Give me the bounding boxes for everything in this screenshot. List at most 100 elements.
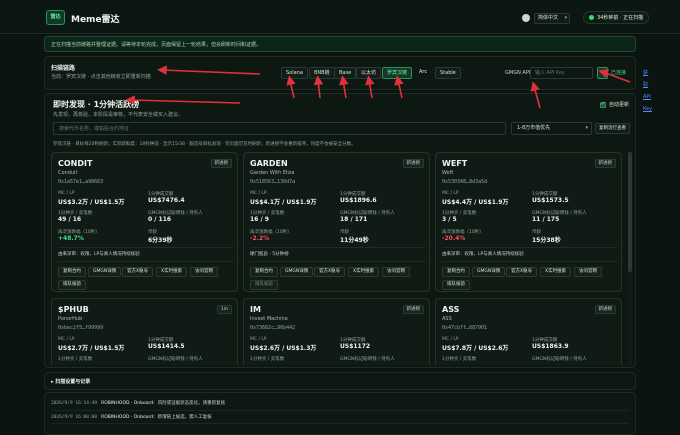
volume-value: US$1414.5: [148, 343, 185, 350]
holders-label: GMGN标记聪明钱 / 持有人: [148, 357, 203, 362]
discovery-subtitle: 先发现，再核验，本阶段是审核，不代表安全或买入建议。: [53, 112, 184, 118]
holders-value: 18 / 171: [340, 216, 368, 223]
token-fullname: PonorHub: [58, 316, 83, 322]
tx-value: 49 / 16: [58, 216, 82, 223]
gmgn-api-key-input[interactable]: [530, 67, 593, 79]
volume-value: US$1172: [340, 343, 371, 350]
volume-value: US$1863.9: [532, 343, 569, 350]
log-source: ROBINHOOD · Onboard:: [101, 415, 155, 420]
volume-value: US$1896.6: [340, 197, 377, 204]
log-source: ROBINHOOD · Onboard:: [101, 401, 155, 406]
new-entry-badge: 新进榜: [210, 159, 232, 168]
card-note: 硬门槛良 · 5分钟榜: [250, 252, 289, 257]
token-fullname: Garden With Eliza: [250, 170, 295, 176]
queue-verify-button[interactable]: 排队核验: [442, 280, 470, 290]
get-api-key-link[interactable]: 获取 API Key: [643, 67, 652, 115]
x-search-button[interactable]: X实时搜索: [540, 267, 572, 277]
chain-button-arc[interactable]: Arc: [415, 67, 431, 79]
token-address: 0x47cb7f…687901: [442, 325, 488, 331]
log-entry: 2026/9/9 16:14:49 ROBINHOOD · Onboard: 风险或…: [51, 400, 225, 406]
chain-button-ethereum[interactable]: 以太坊: [356, 67, 382, 79]
copy-contract-button[interactable]: 复制合约: [250, 267, 278, 277]
mc-lp-value: US$7.8万 / US$2.6万: [442, 345, 509, 352]
queue-verify-button[interactable]: 排队核验: [250, 280, 278, 290]
mc-lp-label: MC / LP: [442, 191, 459, 196]
x-search-button[interactable]: X实时搜索: [156, 267, 188, 277]
status-dot-icon: [589, 15, 594, 20]
tx-value: 3 / 5: [442, 216, 457, 223]
copy-contract-button[interactable]: 复制合约: [442, 267, 470, 277]
token-search-input[interactable]: [53, 122, 506, 135]
discovery-title: 即时发现 · 1分钟活跃榜: [53, 100, 140, 109]
tx-value: 16 / 9: [250, 216, 269, 223]
token-address: 0x518563…130d7a: [250, 179, 296, 185]
log-divider: [51, 423, 629, 424]
volume-value: US$1573.5: [532, 197, 569, 204]
visit-website-button[interactable]: 访问官网: [574, 267, 602, 277]
chain-button-stable[interactable]: Stable: [435, 67, 461, 79]
copy-contract-button[interactable]: 复制合约: [58, 267, 86, 277]
chain-button-robinhood[interactable]: 罗宾汉链: [382, 67, 413, 79]
token-fullname: Weft: [442, 170, 454, 176]
token-card: IM 新进榜 Invest Machine 0x73682c…96b442 MC…: [243, 298, 430, 365]
scan-panel-title: 扫描链路: [51, 65, 76, 72]
token-card: WEFT 新进榜 Weft 0x530348…8d3a5d MC / LP US…: [435, 152, 622, 292]
chain-button-bnb[interactable]: BNB链: [309, 67, 335, 79]
live-discovery-panel: 即时发现 · 1分钟活跃榜 先发现，再核验，本阶段是审核，不代表安全或买入建议。…: [44, 93, 636, 368]
card-note: 由来深审：权限、LP与真人情况持续核验: [58, 252, 140, 257]
mc-lp-value: US$3.2万 / US$1.5万: [58, 199, 125, 206]
scrollbar-thumb[interactable]: [628, 152, 632, 272]
gmgn-detail-button[interactable]: GMGN详情: [472, 267, 506, 277]
new-entry-badge: 新进榜: [594, 305, 616, 314]
theme-toggle-icon[interactable]: [522, 14, 530, 22]
auto-refresh-toggle[interactable]: 自动更新: [600, 101, 629, 108]
scan-status-pill: 34秒钟前 · 正在扫描: [583, 11, 650, 24]
top-header: 雷达 Meme雷达 简体中文 34秒钟前 · 正在扫描: [0, 0, 680, 34]
api-connected-status: 已连接: [611, 70, 627, 76]
scan-chain-panel: 扫描链路 当前：罗宾汉链 · 点击其他链收立即重新扫描 Solana BNB链 …: [44, 56, 652, 112]
queue-verify-button[interactable]: 排队核验: [58, 280, 86, 290]
gmgn-detail-button[interactable]: GMGN详情: [280, 267, 314, 277]
token-address: 0x530348…8d3a5d: [442, 179, 488, 185]
gmgn-detail-button[interactable]: GMGN详情: [88, 267, 122, 277]
log-divider: [51, 410, 629, 411]
auto-refresh-label: 自动更新: [609, 102, 630, 108]
holders-value: 0 / 116: [148, 216, 172, 223]
token-symbol: ASS: [442, 305, 460, 314]
mc-lp-label: MC / LP: [58, 191, 75, 196]
log-message: 风险或证据状态恶化，请重新复核: [157, 401, 226, 406]
sort-select[interactable]: 1-8万市值优先: [511, 122, 592, 135]
token-symbol: WEFT: [442, 159, 468, 168]
official-x-button[interactable]: 官方X账号: [506, 267, 538, 277]
language-select[interactable]: 简体中文: [534, 12, 570, 24]
new-entry-badge: 1m: [216, 305, 232, 314]
official-x-button[interactable]: 官方X账号: [122, 267, 154, 277]
token-fullname: Invest Machine: [250, 316, 288, 322]
refresh-view-button[interactable]: 复制流行查看: [595, 123, 630, 134]
holders-label: GMGN标记聪明钱 / 持有人: [532, 357, 587, 362]
card-divider: [58, 261, 233, 262]
official-x-button[interactable]: 官方X账号: [314, 267, 346, 277]
scan-settings-toggle[interactable]: ▸ 扫描设置与记录: [44, 372, 636, 390]
mc-lp-label: MC / LP: [250, 191, 267, 196]
visit-website-button[interactable]: 访问官网: [382, 267, 410, 277]
mc-lp-value: US$2.7万 / US$1.5万: [58, 345, 125, 352]
age-value: 6分39秒: [148, 237, 173, 244]
tx-label: 1分钟买 / 卖笔数: [442, 357, 477, 362]
card-divider: [442, 247, 617, 248]
mc-lp-value: US$2.6万 / US$1.3万: [250, 345, 317, 352]
token-address: 0xbec2f5…f99999: [58, 325, 104, 331]
auto-refresh-checkbox[interactable]: [600, 101, 606, 108]
chain-button-base[interactable]: Base: [334, 67, 357, 79]
card-scrollbar[interactable]: [628, 150, 632, 365]
change-value: -20.4%: [442, 235, 466, 242]
tx-label: 1分钟买 / 卖笔数: [250, 357, 285, 362]
log-entry: 2026/9/9 16:00:00 ROBINHOOD · Onboard: 新增链…: [51, 414, 212, 420]
x-search-button[interactable]: X实时搜索: [348, 267, 380, 277]
visit-website-button[interactable]: 访问官网: [190, 267, 218, 277]
token-card: CONDIT 新进榜 Conduit 0x1a57e1…a98663 MC / …: [51, 152, 238, 292]
age-value: 15分38秒: [532, 237, 561, 244]
app-logo: 雷达: [46, 10, 65, 25]
api-confirm-button[interactable]: ✓: [597, 67, 608, 79]
chain-button-solana[interactable]: Solana: [281, 67, 308, 79]
